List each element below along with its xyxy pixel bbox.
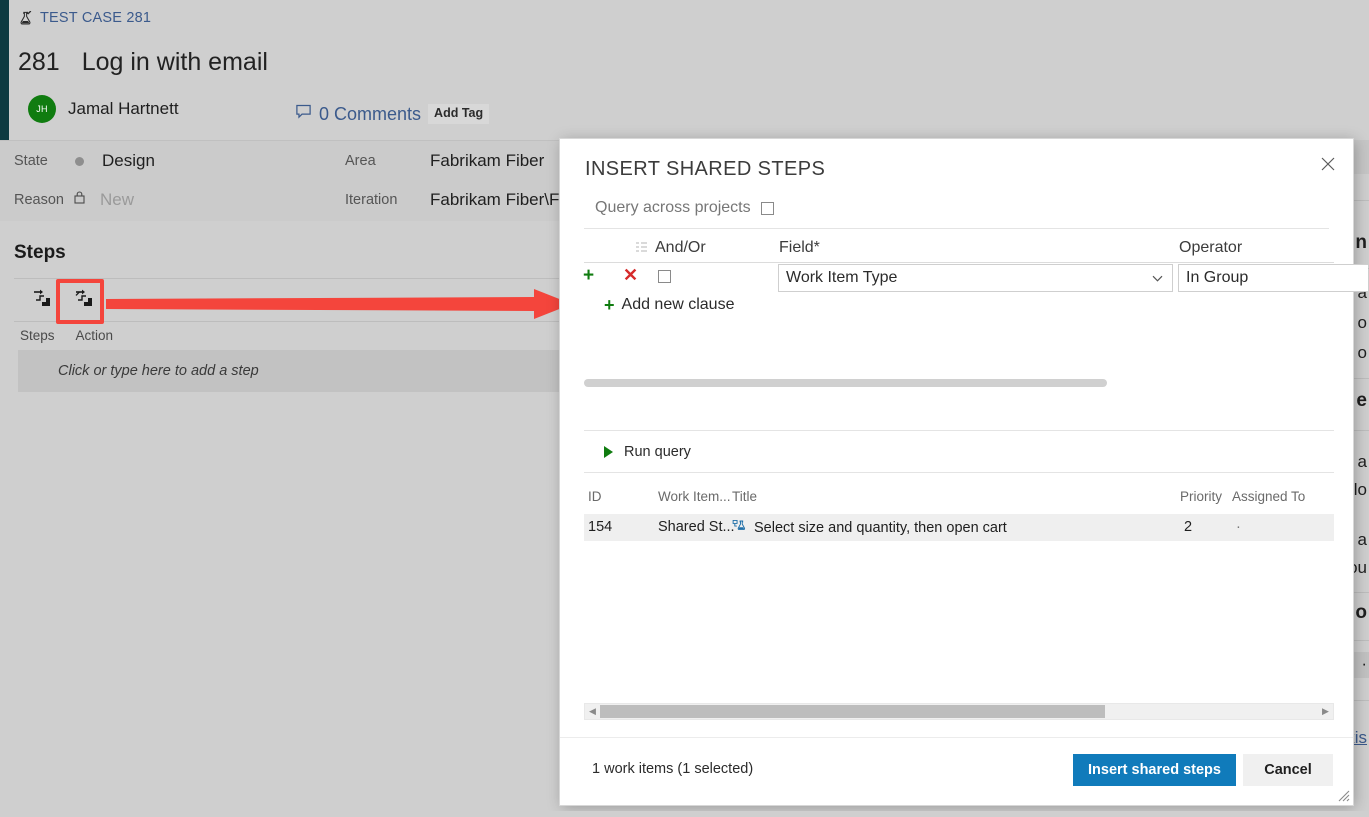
screen: TEST CASE 281 281 Log in with email JH J… [0, 0, 1369, 817]
results-scrollbar-track[interactable] [600, 705, 1318, 718]
run-query-bar[interactable]: Run query [584, 430, 1334, 473]
field-reason-label: Reason [14, 192, 64, 208]
row-work-item: Shared St... [658, 519, 735, 535]
chevron-down-icon [1151, 272, 1164, 290]
play-triangle-icon [604, 445, 613, 458]
row-title-cell: Select size and quantity, then open cart [732, 518, 1007, 537]
steps-column-label-action: Action [75, 328, 114, 343]
results-horizontal-scrollbar[interactable]: ◀ ▶ [584, 703, 1334, 720]
work-item-id: 281 [18, 48, 60, 76]
add-clause-plus-icon[interactable]: + [583, 266, 594, 285]
field-area-label: Area [345, 153, 376, 169]
breadcrumb[interactable]: TEST CASE 281 [18, 10, 151, 26]
scroll-left-arrow-icon[interactable]: ◀ [585, 704, 600, 719]
results-scrollbar-thumb[interactable] [600, 705, 1105, 718]
steps-column-label-steps: Steps [20, 328, 55, 343]
row-priority: 2 [1184, 519, 1193, 535]
dialog-title: INSERT SHARED STEPS [585, 158, 826, 180]
steps-column-labels: Steps Action [20, 328, 113, 343]
field-state-label: State [14, 153, 48, 169]
steps-heading: Steps [14, 242, 66, 263]
left-accent-rail [0, 0, 9, 140]
remove-clause-x-icon[interactable]: ✕ [623, 266, 638, 284]
add-step-placeholder: Click or type here to add a step [58, 363, 259, 379]
add-tag-button[interactable]: Add Tag [428, 104, 490, 124]
callout-arrow [106, 289, 572, 319]
operator-select[interactable]: In Group [1178, 264, 1368, 292]
query-across-projects-checkbox[interactable] [760, 201, 774, 215]
field-select-value: Work Item Type [786, 269, 898, 286]
work-item-title[interactable]: Log in with email [82, 48, 268, 77]
avatar: JH [28, 95, 56, 123]
field-area: Area Fabrikam Fiber [345, 147, 544, 175]
lock-icon [73, 190, 86, 210]
field-reason-value: New [100, 190, 135, 209]
insert-step-button[interactable] [24, 283, 60, 317]
row-title: Select size and quantity, then open cart [754, 519, 1007, 536]
state-dot-icon [75, 156, 84, 166]
comments-group: 0 Comments Add Tag [295, 103, 490, 125]
insert-shared-steps-confirm-button[interactable]: Insert shared steps [1073, 754, 1236, 786]
operator-select-value: In Group [1186, 269, 1249, 286]
comments-link[interactable]: 0 Comments [319, 104, 421, 125]
field-area-value[interactable]: Fabrikam Fiber [430, 151, 544, 171]
assigned-to-row[interactable]: JH Jamal Hartnett [28, 93, 179, 125]
breadcrumb-label: TEST CASE 281 [40, 10, 152, 26]
field-select[interactable]: Work Item Type [778, 264, 1173, 292]
comment-bubble-icon [295, 103, 312, 125]
insert-shared-steps-highlight [56, 279, 104, 324]
scroll-right-arrow-icon[interactable]: ▶ [1318, 704, 1333, 719]
query-across-projects-label: Query across projects [595, 199, 751, 216]
insert-step-icon [31, 288, 53, 313]
run-query-label: Run query [624, 443, 691, 460]
dialog-divider-top [584, 228, 1329, 229]
shared-steps-icon [732, 518, 747, 537]
assigned-to-name: Jamal Hartnett [68, 99, 179, 118]
plus-icon: + [604, 295, 615, 315]
add-new-clause-label: Add new clause [621, 296, 735, 313]
clause-group-checkbox[interactable] [658, 270, 671, 283]
field-iteration: Iteration Fabrikam Fiber\F [345, 186, 559, 214]
resize-grip-icon[interactable] [1337, 789, 1351, 803]
field-iteration-label: Iteration [345, 192, 398, 208]
field-reason: Reason New [14, 186, 134, 214]
bottom-strip [0, 811, 1369, 817]
cancel-button[interactable]: Cancel [1243, 754, 1333, 786]
clause-area-scrollbar[interactable] [584, 379, 1334, 387]
query-across-projects-row[interactable]: Query across projects [595, 199, 774, 217]
test-case-flask-icon [18, 10, 33, 26]
close-icon[interactable] [1313, 149, 1343, 179]
field-state: State Design [14, 147, 155, 175]
field-state-value[interactable]: Design [102, 151, 155, 171]
add-new-clause-button[interactable]: + Add new clause [604, 296, 734, 314]
clause-area-scrollbar-thumb[interactable] [584, 379, 1107, 387]
work-item-title-row: 281 Log in with email [18, 48, 268, 77]
row-assigned-to: · [1236, 519, 1241, 535]
field-iteration-value[interactable]: Fabrikam Fiber\F [430, 190, 559, 210]
table-row[interactable]: 154 Shared St... Select size and quantit… [584, 514, 1334, 541]
row-id: 154 [588, 519, 613, 535]
